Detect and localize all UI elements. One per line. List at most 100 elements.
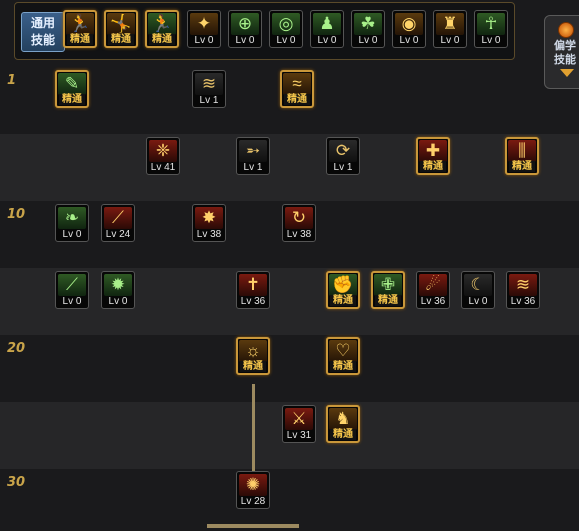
skill-slot[interactable]: 🤸 精通: [104, 10, 138, 48]
skill-slot[interactable]: ⫼ 精通: [505, 137, 539, 175]
skill-slot[interactable]: ☾ Lv 0: [461, 271, 495, 309]
skill-slot[interactable]: ✝ Lv 36: [236, 271, 270, 309]
mastered-badge: 精通: [67, 34, 93, 45]
wing-burst-icon: ❈: [149, 140, 177, 162]
skill-slot[interactable]: ◉ Lv 0: [392, 10, 426, 48]
skill-slot[interactable]: ❧ Lv 0: [55, 204, 89, 242]
skill-level-label: Lv 36: [420, 296, 446, 307]
skill-slot[interactable]: 🏃 精通: [63, 10, 97, 48]
skill-slot[interactable]: ≋ Lv 36: [506, 271, 540, 309]
winged-emblem-icon: ✦: [190, 13, 218, 35]
explosion-icon: ✸: [195, 207, 223, 229]
spiral-strike-icon: ↻: [285, 207, 313, 229]
triple-blade-icon: ⫼: [508, 140, 536, 162]
level-label-10: 10: [7, 207, 26, 222]
mastered-badge: 精通: [240, 361, 266, 372]
common-skills-panel: 通用 技能 🏃 精通 🤸 精通 🏃 精通 ✦ Lv 0 ⊕ Lv 0 ◎ Lv 0 ♟ Lv 0 ☘ Lv 0…: [14, 2, 515, 60]
cross-blade-icon: ✝: [239, 274, 267, 296]
arrow-strike-icon: ➵: [239, 140, 267, 162]
green-burst-icon: ✹: [104, 274, 132, 296]
mastered-badge: 精通: [330, 361, 356, 372]
radiant-orb-icon: ☼: [239, 340, 267, 362]
figure-pose-icon: ♟: [313, 13, 341, 35]
skill-slot[interactable]: 🏃 精通: [145, 10, 179, 48]
skill-slot[interactable]: ✸ Lv 38: [192, 204, 226, 242]
tier-band-7: [0, 469, 579, 531]
leaf-blade-icon: ❧: [58, 207, 86, 229]
secondary-skills-label: 偏学 技能: [554, 39, 576, 66]
skill-slot[interactable]: ⚔ Lv 31: [282, 405, 316, 443]
skill-slot[interactable]: ✺ Lv 28: [236, 471, 270, 509]
mastered-badge: 精通: [509, 161, 535, 172]
skill-connector-line: [252, 384, 255, 476]
skill-slot[interactable]: ✹ Lv 0: [101, 271, 135, 309]
skill-level-label: Lv 24: [105, 229, 131, 240]
skill-slot[interactable]: ◎ Lv 0: [269, 10, 303, 48]
mastered-badge: 精通: [330, 429, 356, 440]
skill-level-label: Lv 0: [194, 35, 214, 46]
skill-slot[interactable]: ☥ Lv 0: [474, 10, 508, 48]
skill-slot[interactable]: ☘ Lv 0: [351, 10, 385, 48]
skill-level-label: Lv 0: [440, 35, 460, 46]
running-figure-icon: 🏃: [66, 13, 94, 35]
common-skills-label: 通用 技能: [21, 12, 65, 52]
skill-slot[interactable]: ☄ Lv 36: [416, 271, 450, 309]
skill-slot[interactable]: ↻ Lv 38: [282, 204, 316, 242]
skill-slot[interactable]: ✚ 精通: [416, 137, 450, 175]
level-label-30: 30: [7, 475, 26, 490]
leaping-figure-icon: 🤸: [107, 13, 135, 35]
greatsword-icon: ⟋: [58, 274, 86, 296]
tier-band-5: [0, 335, 579, 402]
skill-level-label: Lv 41: [150, 162, 176, 173]
secondary-skills-tab[interactable]: 偏学 技能: [544, 15, 579, 89]
skill-slot[interactable]: ♟ Lv 0: [310, 10, 344, 48]
skill-slot[interactable]: ✦ Lv 0: [187, 10, 221, 48]
flame-wave-icon: ≋: [509, 274, 537, 296]
skill-slot[interactable]: ♞ 精通: [326, 405, 360, 443]
skill-level-label: Lv 1: [199, 95, 219, 106]
skill-level-label: Lv 0: [399, 35, 419, 46]
fire-orb-icon: [558, 22, 574, 38]
mastered-badge: 精通: [375, 295, 401, 306]
skill-level-label: Lv 0: [468, 296, 488, 307]
target-reticle-icon: ◎: [272, 13, 300, 35]
skill-level-label: Lv 0: [481, 35, 501, 46]
skill-slot[interactable]: ≈ 精通: [280, 70, 314, 108]
skill-slot[interactable]: ✙ 精通: [371, 271, 405, 309]
skill-slot[interactable]: ⟋ Lv 0: [55, 271, 89, 309]
crosshair-icon: ⊕: [231, 13, 259, 35]
shield-icon: ✚: [419, 140, 447, 162]
level-label-1: 1: [7, 73, 17, 88]
skill-level-label: Lv 1: [333, 162, 353, 173]
skill-level-label: Lv 31: [286, 430, 312, 441]
fury-slash-icon: ⚔: [285, 408, 313, 430]
muscle-figure-icon: ✊: [329, 274, 357, 296]
holy-cross-icon: ✙: [374, 274, 402, 296]
skill-slot[interactable]: ⊕ Lv 0: [228, 10, 262, 48]
mastered-badge: 精通: [59, 94, 85, 105]
skill-level-label: Lv 0: [62, 229, 82, 240]
claw-slash-icon: ≋: [195, 73, 223, 95]
figure-swirl-icon: ☘: [354, 13, 382, 35]
skill-slot[interactable]: ➵ Lv 1: [236, 137, 270, 175]
skill-slot[interactable]: ⟋ Lv 24: [101, 204, 135, 242]
skill-level-label: Lv 38: [286, 229, 312, 240]
skill-slot[interactable]: ≋ Lv 1: [192, 70, 226, 108]
chevron-down-icon[interactable]: [560, 69, 574, 77]
common-skills-label-text: 通用 技能: [30, 16, 55, 47]
skill-slot[interactable]: ☼ 精通: [236, 337, 270, 375]
skill-slot[interactable]: ⟳ Lv 1: [326, 137, 360, 175]
skill-slot[interactable]: ♡ 精通: [326, 337, 360, 375]
mastered-badge: 精通: [330, 295, 356, 306]
skill-level-label: Lv 0: [62, 296, 82, 307]
skill-slot[interactable]: ✊ 精通: [326, 271, 360, 309]
skill-level-label: Lv 38: [196, 229, 222, 240]
skill-slot[interactable]: ✎ 精通: [55, 70, 89, 108]
whirlwind-icon: ⟳: [329, 140, 357, 162]
spirit-figure-icon: ☥: [477, 13, 505, 35]
skill-slot[interactable]: ❈ Lv 41: [146, 137, 180, 175]
crowd-icon: ♜: [436, 13, 464, 35]
skill-slot[interactable]: ♜ Lv 0: [433, 10, 467, 48]
skill-level-label: Lv 28: [240, 496, 266, 507]
fire-arc-icon: ☄: [419, 274, 447, 296]
